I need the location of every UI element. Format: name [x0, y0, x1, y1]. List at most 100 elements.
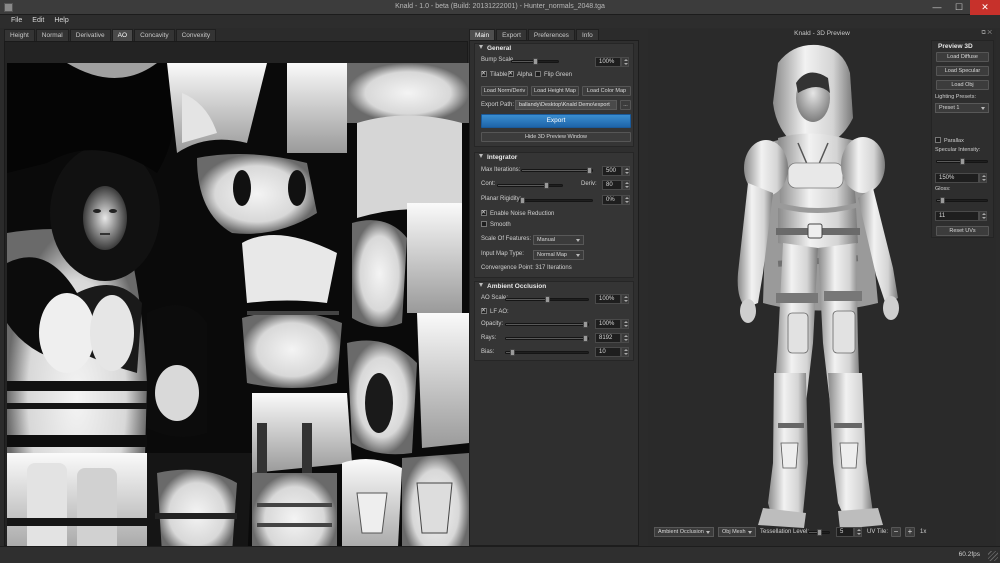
ao-scale-spinbox[interactable]: 100% [595, 294, 629, 304]
bump-scale-spinbox[interactable]: 100% [595, 57, 629, 67]
mesh-select[interactable]: Obj Mesh [718, 527, 756, 537]
collapse-arrow-icon [479, 154, 483, 158]
spin-arrows-icon[interactable] [621, 319, 629, 329]
minimize-button[interactable]: — [926, 0, 948, 15]
spin-arrows-icon[interactable] [622, 166, 630, 176]
tab-normal[interactable]: Normal [35, 29, 69, 41]
rays-handle[interactable] [583, 335, 588, 342]
bias-handle[interactable] [510, 349, 516, 356]
specular-intensity-slider[interactable] [936, 158, 988, 165]
load-diffuse-button[interactable]: Load Diffuse [936, 52, 989, 62]
bias-slider[interactable] [505, 349, 589, 356]
max-iterations-handle[interactable] [587, 167, 592, 174]
ao-scale-handle[interactable] [544, 296, 550, 303]
dock-float-icon[interactable]: ⧉ ✕ [981, 30, 992, 37]
tessellation-spinbox[interactable]: 5 [836, 527, 862, 537]
parallax-option[interactable]: Parallax [935, 137, 964, 144]
export-path-field[interactable]: ballandy\Desktop\Knald Demo\export [515, 100, 617, 110]
ambient-occlusion-header[interactable]: Ambient Occlusion [475, 282, 633, 292]
hide-3d-preview-button[interactable]: Hide 3D Preview Window [481, 132, 631, 142]
noise-reduction-option[interactable]: Enable Noise Reduction [481, 208, 554, 219]
close-button[interactable]: ✕ [970, 0, 1000, 15]
spin-arrows-icon[interactable] [622, 195, 630, 205]
uv-tile-plus-button[interactable]: + [905, 527, 915, 537]
maximize-button[interactable]: ☐ [948, 0, 970, 15]
tab-derivative[interactable]: Derivative [69, 29, 111, 41]
deriv-spinbox[interactable]: 80 [602, 180, 630, 190]
tab-export[interactable]: Export [496, 29, 527, 40]
planar-rigidity-spinbox[interactable]: 0% [602, 195, 630, 205]
load-color-map-button[interactable]: Load Color Map [582, 86, 631, 96]
tab-ao[interactable]: AO [111, 29, 134, 41]
scale-of-features-select[interactable]: Manual [533, 235, 584, 245]
resize-grip-icon[interactable] [988, 551, 998, 561]
tileable-option[interactable]: Tilable [481, 69, 507, 80]
reset-uvs-button[interactable]: Reset UVs [936, 226, 989, 236]
alpha-option[interactable]: Alpha [508, 69, 532, 80]
planar-rigidity-handle[interactable] [520, 197, 525, 204]
texture-viewport[interactable] [4, 41, 469, 563]
tileable-checkbox[interactable] [481, 69, 487, 79]
load-specular-button[interactable]: Load Specular [936, 66, 989, 76]
max-iterations-spinbox[interactable]: 500 [602, 166, 630, 176]
flip-green-checkbox[interactable] [535, 71, 541, 77]
specular-intensity-handle[interactable] [959, 158, 965, 165]
alpha-checkbox[interactable] [508, 69, 514, 79]
tab-preferences[interactable]: Preferences [527, 29, 575, 40]
tab-convexity[interactable]: Convexity [175, 29, 217, 41]
spin-arrows-icon[interactable] [854, 527, 862, 537]
max-iterations-slider[interactable] [521, 167, 593, 174]
load-obj-button[interactable]: Load Obj [936, 80, 989, 90]
display-mode-select[interactable]: Ambient Occlusion [654, 527, 714, 537]
spin-arrows-icon[interactable] [621, 294, 629, 304]
ao-scale-slider[interactable] [505, 296, 589, 303]
integrator-header[interactable]: Integrator [475, 153, 633, 163]
flip-green-option[interactable]: Flip Green [535, 70, 572, 80]
spin-arrows-icon[interactable] [621, 333, 629, 343]
export-button[interactable]: Export [481, 114, 631, 128]
input-map-type-select[interactable]: Normal Map [533, 250, 584, 260]
tessellation-slider[interactable] [808, 529, 830, 536]
gloss-slider[interactable] [936, 197, 988, 204]
spin-arrows-icon[interactable] [621, 57, 629, 67]
smooth-checkbox[interactable] [481, 221, 487, 227]
gloss-spinbox[interactable]: 11 [935, 211, 987, 221]
uv-tile-minus-button[interactable]: − [891, 527, 901, 537]
menu-help[interactable]: Help [49, 15, 73, 28]
bump-scale-handle[interactable] [532, 58, 538, 65]
general-header[interactable]: General [475, 44, 633, 54]
spin-arrows-icon[interactable] [979, 211, 987, 221]
spin-arrows-icon[interactable] [979, 173, 987, 183]
tab-concavity[interactable]: Concavity [134, 29, 175, 41]
tab-info[interactable]: Info [575, 29, 599, 40]
lighting-presets-label: Lighting Presets: [935, 94, 976, 100]
noise-reduction-checkbox[interactable] [481, 208, 487, 218]
tab-main[interactable]: Main [469, 29, 496, 40]
gloss-handle[interactable] [939, 197, 945, 204]
smooth-option[interactable]: Smooth [481, 220, 511, 230]
load-height-map-button[interactable]: Load Height Map [531, 86, 579, 96]
spin-arrows-icon[interactable] [622, 180, 630, 190]
lighting-presets-select[interactable]: Preset 1 [935, 103, 989, 113]
opacity-slider[interactable] [505, 321, 589, 328]
tab-height[interactable]: Height [4, 29, 35, 41]
bias-spinbox[interactable]: 10 [595, 347, 629, 357]
opacity-spinbox[interactable]: 100% [595, 319, 629, 329]
planar-rigidity-slider[interactable] [519, 197, 593, 204]
cont-deriv-handle[interactable] [543, 182, 549, 189]
opacity-handle[interactable] [583, 321, 588, 328]
load-norm-deriv-button[interactable]: Load Norm/Deriv [481, 86, 528, 96]
menu-edit[interactable]: Edit [27, 15, 49, 28]
parallax-checkbox[interactable] [935, 137, 941, 143]
specular-intensity-spinbox[interactable]: 150% [935, 173, 987, 183]
spin-arrows-icon[interactable] [621, 347, 629, 357]
rays-slider[interactable] [505, 335, 589, 342]
lf-ao-checkbox[interactable] [481, 306, 487, 316]
menu-file[interactable]: File [6, 15, 27, 28]
browse-button[interactable]: ... [620, 100, 631, 110]
tessellation-handle[interactable] [816, 529, 822, 536]
bump-scale-slider[interactable] [511, 58, 559, 65]
cont-deriv-slider[interactable] [497, 182, 563, 189]
lf-ao-option[interactable]: LF AO: [481, 306, 509, 317]
rays-spinbox[interactable]: 8192 [595, 333, 629, 343]
